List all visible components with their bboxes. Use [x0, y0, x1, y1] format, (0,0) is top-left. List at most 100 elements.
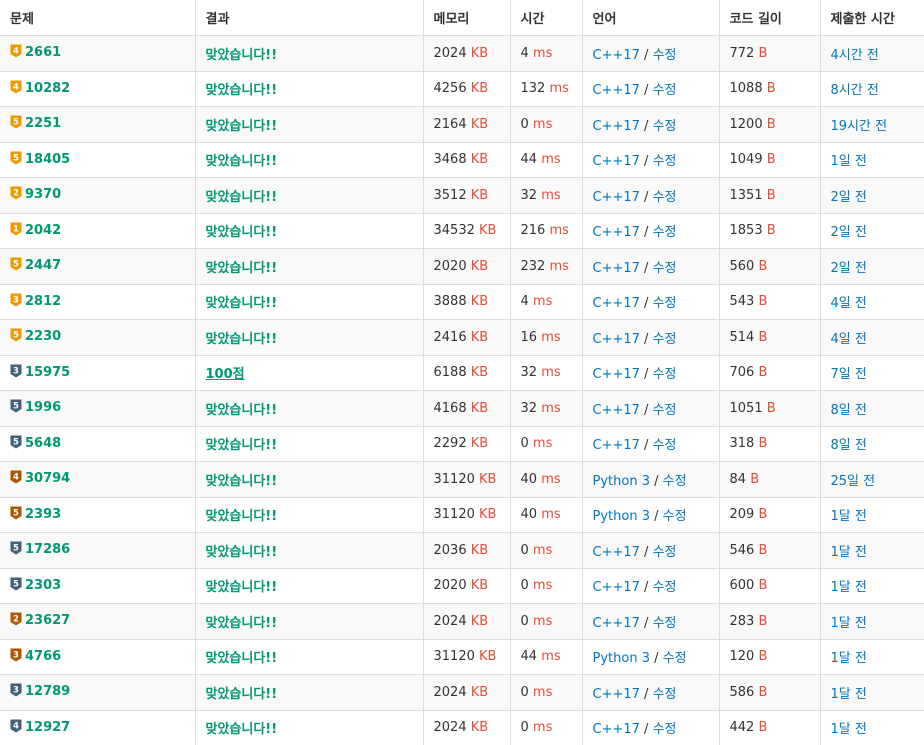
- language-link[interactable]: C++17: [593, 296, 640, 311]
- result-status: 맞았습니다!!: [205, 651, 278, 667]
- submitted-time-link[interactable]: 1달 전: [831, 722, 867, 737]
- problem-id-link[interactable]: 15975: [25, 365, 70, 380]
- problem-id-link[interactable]: 2230: [25, 329, 61, 344]
- problem-id-link[interactable]: 12927: [25, 720, 70, 735]
- edit-link[interactable]: 수정: [653, 545, 677, 560]
- edit-link[interactable]: 수정: [663, 509, 687, 524]
- language-link[interactable]: C++17: [593, 261, 640, 276]
- submitted-time-link[interactable]: 4일 전: [831, 332, 867, 347]
- problem-id-link[interactable]: 4766: [25, 649, 61, 664]
- submitted-time-cell: 1달 전: [820, 532, 924, 568]
- language-link[interactable]: Python 3: [593, 474, 650, 489]
- problem-id-link[interactable]: 2042: [25, 223, 61, 238]
- result-status[interactable]: 100점: [206, 367, 245, 382]
- language-link[interactable]: C++17: [593, 545, 640, 560]
- submitted-time-link[interactable]: 1달 전: [831, 545, 867, 560]
- submitted-time-link[interactable]: 4일 전: [831, 296, 867, 311]
- submitted-time-link[interactable]: 2일 전: [831, 190, 867, 205]
- problem-id-link[interactable]: 9370: [25, 187, 61, 202]
- language-link[interactable]: C++17: [593, 83, 640, 98]
- code-length-cell: 283 B: [719, 603, 821, 639]
- problem-cell: 4 12927: [0, 709, 196, 745]
- edit-link[interactable]: 수정: [653, 190, 677, 205]
- language-link[interactable]: C++17: [593, 687, 640, 702]
- problem-id-link[interactable]: 5648: [25, 436, 61, 451]
- edit-link[interactable]: 수정: [653, 261, 677, 276]
- svg-text:5: 5: [13, 118, 19, 128]
- problem-id-link[interactable]: 18405: [25, 152, 70, 167]
- language-separator: /: [639, 189, 653, 205]
- submitted-time-link[interactable]: 1달 전: [831, 580, 867, 595]
- language-cell: C++17 / 수정: [582, 709, 720, 745]
- language-link[interactable]: C++17: [593, 580, 640, 595]
- problem-id-link[interactable]: 2251: [25, 116, 61, 131]
- problem-id-link[interactable]: 2661: [25, 45, 61, 60]
- language-link[interactable]: C++17: [593, 225, 640, 240]
- edit-link[interactable]: 수정: [653, 154, 677, 169]
- submitted-time-link[interactable]: 8일 전: [831, 403, 867, 418]
- submitted-time-link[interactable]: 25일 전: [831, 474, 876, 489]
- language-link[interactable]: C++17: [593, 367, 640, 382]
- edit-link[interactable]: 수정: [653, 367, 677, 382]
- submitted-time-link[interactable]: 8시간 전: [831, 83, 879, 98]
- memory-value: 2292: [433, 436, 467, 452]
- language-link[interactable]: C++17: [593, 438, 640, 453]
- submitted-time-link[interactable]: 2일 전: [831, 225, 867, 240]
- language-link[interactable]: C++17: [593, 722, 640, 737]
- submitted-time-link[interactable]: 1달 전: [831, 651, 867, 666]
- edit-link[interactable]: 수정: [653, 48, 677, 63]
- language-link[interactable]: C++17: [593, 332, 640, 347]
- edit-link[interactable]: 수정: [663, 474, 687, 489]
- submitted-time-link[interactable]: 1달 전: [831, 509, 867, 524]
- language-link[interactable]: C++17: [593, 154, 640, 169]
- problem-id-link[interactable]: 17286: [25, 542, 70, 557]
- submitted-time-link[interactable]: 19시간 전: [831, 119, 888, 134]
- problem-id-link[interactable]: 2812: [25, 294, 61, 309]
- submitted-time-link[interactable]: 4시간 전: [831, 48, 879, 63]
- submission-table: 문제 결과 메모리 시간 언어 코드 길이 제출한 시간 4 2661 맞았습니다!…: [0, 0, 924, 745]
- language-link[interactable]: C++17: [593, 119, 640, 134]
- edit-link[interactable]: 수정: [653, 438, 677, 453]
- language-link[interactable]: C++17: [593, 403, 640, 418]
- submitted-time-link[interactable]: 1일 전: [831, 154, 867, 169]
- problem-id-link[interactable]: 12789: [25, 684, 70, 699]
- submitted-time-link[interactable]: 2일 전: [831, 261, 867, 276]
- edit-link[interactable]: 수정: [653, 403, 677, 418]
- submitted-time-link[interactable]: 1달 전: [831, 687, 867, 702]
- problem-id-link[interactable]: 30794: [25, 471, 70, 486]
- submitted-time-link[interactable]: 1달 전: [831, 616, 867, 631]
- language-link[interactable]: Python 3: [593, 509, 650, 524]
- language-link[interactable]: C++17: [593, 190, 640, 205]
- code-length-value: 442: [729, 720, 755, 736]
- problem-id-link[interactable]: 2447: [25, 258, 61, 273]
- code-length-value: 1853: [729, 223, 763, 239]
- time-unit: ms: [532, 116, 553, 132]
- edit-link[interactable]: 수정: [653, 687, 677, 702]
- language-link[interactable]: C++17: [593, 616, 640, 631]
- edit-link[interactable]: 수정: [663, 651, 687, 666]
- time-cell: 44 ms: [510, 141, 583, 178]
- col-header-memory: 메모리: [423, 0, 511, 36]
- problem-id-link[interactable]: 2393: [25, 507, 61, 522]
- edit-link[interactable]: 수정: [653, 722, 677, 737]
- submitted-time-link[interactable]: 7일 전: [831, 367, 867, 382]
- edit-link[interactable]: 수정: [653, 119, 677, 134]
- memory-cell: 3468 KB: [423, 141, 511, 178]
- edit-link[interactable]: 수정: [653, 83, 677, 98]
- submitted-time-link[interactable]: 8일 전: [831, 438, 867, 453]
- language-link[interactable]: C++17: [593, 48, 640, 63]
- problem-id-link[interactable]: 23627: [25, 613, 70, 628]
- language-link[interactable]: Python 3: [593, 651, 650, 666]
- problem-id-link[interactable]: 10282: [25, 81, 70, 96]
- problem-id-link[interactable]: 1996: [25, 400, 61, 415]
- problem-id-link[interactable]: 2303: [25, 578, 61, 593]
- language-separator: /: [639, 580, 653, 596]
- edit-link[interactable]: 수정: [653, 296, 677, 311]
- edit-link[interactable]: 수정: [653, 332, 677, 347]
- edit-link[interactable]: 수정: [653, 616, 677, 631]
- edit-link[interactable]: 수정: [653, 225, 677, 240]
- svg-text:5: 5: [13, 508, 19, 518]
- memory-cell: 3512 KB: [423, 177, 511, 213]
- edit-link[interactable]: 수정: [653, 580, 677, 595]
- language-separator: /: [639, 47, 653, 63]
